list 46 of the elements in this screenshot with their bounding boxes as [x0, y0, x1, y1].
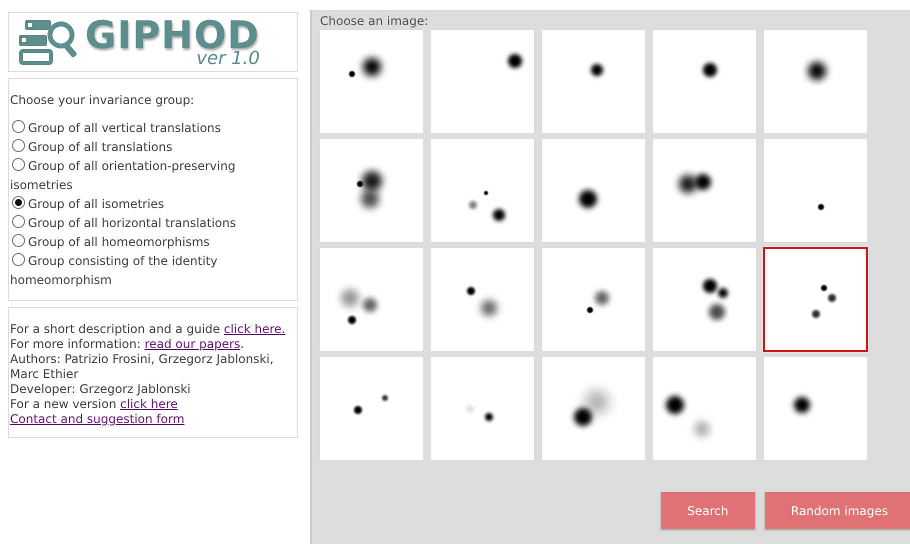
link[interactable]: click here.: [224, 322, 286, 336]
image-thumbnail[interactable]: [653, 248, 756, 351]
image-thumbnail[interactable]: [320, 30, 423, 133]
info-text: For more information: read our papers.: [10, 337, 246, 352]
radio-option[interactable]: Group of all translations: [10, 138, 297, 157]
radio-option[interactable]: Group consisting of the identity homeomorphism: [10, 252, 297, 290]
image-thumbnail[interactable]: [431, 248, 534, 351]
image-thumbnail[interactable]: [653, 357, 756, 460]
info-text: Authors: Patrizio Frosini, Grzegorz Jablonski, Marc Ethier: [10, 352, 275, 382]
info-text: For a new version click here: [10, 397, 179, 412]
link[interactable]: click here: [120, 397, 178, 411]
radio-option[interactable]: Group of all vertical translations: [10, 119, 297, 138]
invariance-heading: Choose your invariance group:: [10, 93, 196, 107]
image-thumbnail[interactable]: [320, 357, 423, 460]
image-thumbnail[interactable]: [653, 30, 756, 133]
gallery-heading: Choose an image:: [320, 14, 430, 28]
radio-button[interactable]: [12, 158, 25, 171]
radio-option[interactable]: Group of all orientation-preserving isometries: [10, 157, 297, 195]
logo-icon: [17, 18, 79, 66]
image-thumbnail[interactable]: [431, 139, 534, 242]
image-thumbnail[interactable]: [431, 357, 534, 460]
radio-button[interactable]: [12, 253, 25, 266]
radio-button[interactable]: [12, 139, 25, 152]
radio-option[interactable]: Group of all isometries: [10, 195, 297, 214]
link[interactable]: Contact and suggestion form: [10, 412, 184, 426]
image-thumbnail[interactable]: [764, 248, 867, 351]
image-thumbnail[interactable]: [764, 357, 867, 460]
image-thumbnail[interactable]: [542, 248, 645, 351]
image-thumbnail[interactable]: [320, 139, 423, 242]
info-text: Developer: Grzegorz Jablonski: [10, 382, 192, 397]
image-thumbnail[interactable]: [431, 30, 534, 133]
image-thumbnail[interactable]: [542, 30, 645, 133]
image-thumbnail[interactable]: [653, 139, 756, 242]
link[interactable]: read our papers: [144, 337, 240, 351]
info-text: For a short description and a guide click here.: [10, 322, 286, 337]
image-thumbnail[interactable]: [764, 139, 867, 242]
image-thumbnail[interactable]: [320, 248, 423, 351]
radio-button[interactable]: [12, 215, 25, 228]
radio-button[interactable]: [12, 234, 25, 247]
radio-option[interactable]: Group of all horizontal translations: [10, 214, 297, 233]
radio-button[interactable]: [12, 196, 25, 209]
image-thumbnail[interactable]: [542, 139, 645, 242]
radio-option[interactable]: Group of all homeomorphisms: [10, 233, 297, 252]
image-thumbnail[interactable]: [764, 30, 867, 133]
image-thumbnail[interactable]: [542, 357, 645, 460]
radio-button[interactable]: [12, 120, 25, 133]
